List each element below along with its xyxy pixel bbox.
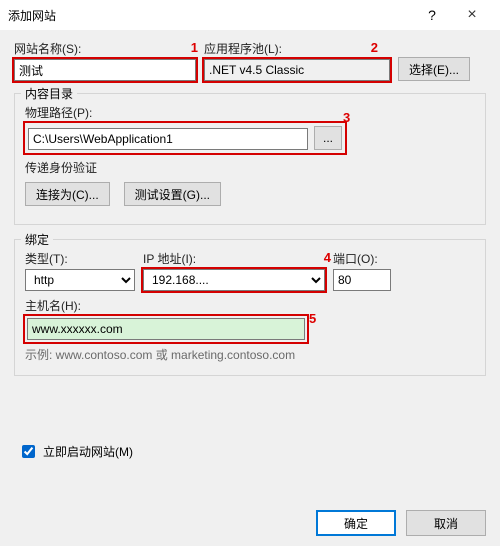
titlebar: 添加网站 ? × bbox=[0, 0, 500, 30]
annotation-4: 4 bbox=[324, 250, 331, 265]
app-pool-input bbox=[204, 59, 390, 81]
port-input[interactable] bbox=[333, 269, 391, 291]
annotation-5: 5 bbox=[309, 311, 316, 326]
help-icon[interactable]: ? bbox=[412, 7, 452, 23]
type-label: 类型(T): bbox=[25, 250, 135, 267]
browse-button[interactable]: ... bbox=[314, 126, 342, 150]
content-dir-legend: 内容目录 bbox=[21, 85, 77, 102]
annotation-1: 1 bbox=[191, 40, 198, 55]
ip-label: IP 地址(I): 4 bbox=[143, 250, 325, 267]
start-checkbox-label: 立即启动网站(M) bbox=[43, 443, 133, 460]
port-label: 端口(O): bbox=[333, 250, 391, 267]
ip-select[interactable]: 192.168.... bbox=[143, 269, 325, 291]
site-name-label: 网站名称(S): 1 bbox=[14, 40, 196, 57]
window-title: 添加网站 bbox=[8, 7, 412, 24]
select-pool-button[interactable]: 选择(E)... bbox=[398, 57, 470, 81]
start-checkbox[interactable]: 立即启动网站(M) bbox=[18, 442, 486, 461]
connect-as-button[interactable]: 连接为(C)... bbox=[25, 182, 110, 206]
site-name-input[interactable] bbox=[14, 59, 196, 81]
physical-path-label: 物理路径(P): 3 bbox=[25, 104, 475, 121]
app-pool-label: 应用程序池(L): 2 bbox=[204, 40, 390, 57]
start-checkbox-input[interactable] bbox=[22, 445, 35, 458]
annotation-3: 3 bbox=[343, 110, 350, 125]
physical-path-input[interactable] bbox=[28, 128, 308, 150]
binding-group: 绑定 类型(T): http IP 地址(I): 4 192.168.... 端… bbox=[14, 239, 486, 376]
close-icon[interactable]: × bbox=[452, 6, 492, 24]
binding-legend: 绑定 bbox=[21, 231, 53, 248]
host-hint: 示例: www.contoso.com 或 marketing.contoso.… bbox=[25, 346, 475, 363]
annotation-2: 2 bbox=[371, 40, 378, 55]
content-dir-group: 内容目录 物理路径(P): 3 ... 传递身份验证 连接为(C)... 测试设… bbox=[14, 93, 486, 225]
host-label: 主机名(H): 5 bbox=[25, 297, 475, 314]
pass-auth-label: 传递身份验证 bbox=[25, 159, 475, 176]
test-settings-button[interactable]: 测试设置(G)... bbox=[124, 182, 221, 206]
ok-button[interactable]: 确定 bbox=[316, 510, 396, 536]
host-input[interactable] bbox=[27, 318, 305, 340]
cancel-button[interactable]: 取消 bbox=[406, 510, 486, 536]
type-select[interactable]: http bbox=[25, 269, 135, 291]
